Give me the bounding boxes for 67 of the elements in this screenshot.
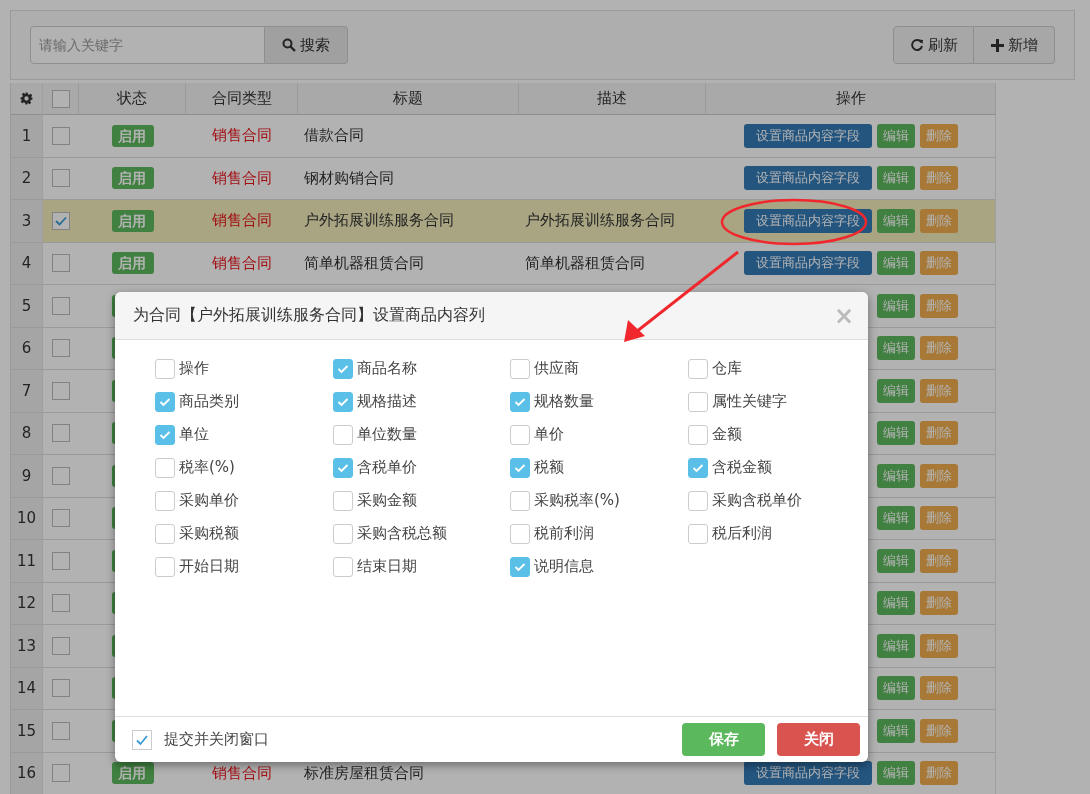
field-label: 属性关键字 bbox=[711, 392, 787, 411]
row-number: 8 bbox=[21, 424, 32, 443]
field-label: 金额 bbox=[711, 425, 742, 444]
row-number: 6 bbox=[21, 339, 32, 358]
field-label: 税额 bbox=[534, 458, 564, 477]
field-label: 含税金额 bbox=[711, 458, 772, 477]
field-label: 开始日期 bbox=[179, 557, 239, 576]
submit-close-label: 提交并关闭窗口 bbox=[164, 730, 269, 749]
contract-type: 销售合同 bbox=[212, 253, 272, 273]
column-header: 操作 bbox=[835, 89, 866, 108]
row-number: 11 bbox=[16, 551, 37, 570]
field-label: 采购单价 bbox=[179, 491, 239, 510]
contract-type: 销售合同 bbox=[212, 126, 272, 146]
field-label: 单位数量 bbox=[356, 425, 417, 444]
contract-title: 钢材购销合同 bbox=[304, 168, 394, 188]
field-label: 规格描述 bbox=[356, 392, 417, 411]
column-header: 描述 bbox=[597, 89, 627, 108]
column-header: 状态 bbox=[117, 89, 147, 108]
dialog-title: 为合同【户外拓展训练服务合同】设置商品内容列 bbox=[133, 305, 485, 326]
contract-title: 借款合同 bbox=[304, 126, 364, 146]
field-label: 税前利润 bbox=[534, 524, 594, 543]
field-label: 含税单价 bbox=[356, 458, 417, 477]
contract-description: 户外拓展训练服务合同 bbox=[525, 211, 675, 231]
field-label: 仓库 bbox=[711, 359, 742, 378]
status-badge: 启用 bbox=[111, 252, 154, 275]
row-number: 4 bbox=[21, 254, 32, 273]
field-label: 采购金额 bbox=[356, 491, 417, 510]
contract-type: 销售合同 bbox=[212, 168, 272, 188]
field-label: 商品类别 bbox=[179, 392, 239, 411]
field-label: 单价 bbox=[534, 425, 564, 444]
field-label: 采购含税单价 bbox=[711, 491, 802, 510]
status-badge: 启用 bbox=[111, 762, 154, 785]
row-number: 9 bbox=[21, 466, 32, 485]
field-label: 说明信息 bbox=[534, 557, 594, 576]
field-label: 商品名称 bbox=[356, 359, 417, 378]
row-number: 2 bbox=[21, 169, 32, 188]
row-number: 10 bbox=[16, 509, 37, 528]
row-number: 16 bbox=[16, 764, 37, 783]
field-label: 操作 bbox=[179, 359, 209, 378]
row-number: 1 bbox=[21, 126, 32, 145]
contract-type: 销售合同 bbox=[212, 763, 272, 783]
field-label: 结束日期 bbox=[356, 557, 417, 576]
column-header: 标题 bbox=[393, 89, 423, 108]
field-label: 采购税率(%) bbox=[534, 491, 620, 510]
field-label: 规格数量 bbox=[534, 392, 594, 411]
status-badge: 启用 bbox=[111, 167, 154, 190]
field-label: 单位 bbox=[179, 425, 209, 444]
row-number: 12 bbox=[16, 594, 37, 613]
field-label: 采购含税总额 bbox=[356, 524, 447, 543]
field-label: 供应商 bbox=[534, 359, 579, 378]
status-badge: 启用 bbox=[111, 124, 154, 147]
status-badge: 启用 bbox=[111, 209, 154, 232]
column-header: 合同类型 bbox=[211, 89, 272, 108]
contract-title: 简单机器租赁合同 bbox=[304, 253, 424, 273]
field-label: 税率(%) bbox=[179, 458, 235, 477]
field-label: 采购税额 bbox=[179, 524, 239, 543]
row-number: 7 bbox=[21, 381, 32, 400]
row-number: 3 bbox=[21, 211, 32, 230]
field-label: 税后利润 bbox=[711, 524, 772, 543]
contract-description: 简单机器租赁合同 bbox=[525, 253, 645, 273]
row-number: 5 bbox=[21, 296, 32, 315]
row-number: 13 bbox=[16, 636, 37, 655]
row-number: 15 bbox=[16, 721, 37, 740]
contract-title: 户外拓展训练服务合同 bbox=[304, 211, 454, 231]
contract-type: 销售合同 bbox=[212, 211, 272, 231]
contract-title: 标准房屋租赁合同 bbox=[304, 763, 424, 783]
row-number: 14 bbox=[16, 679, 37, 698]
